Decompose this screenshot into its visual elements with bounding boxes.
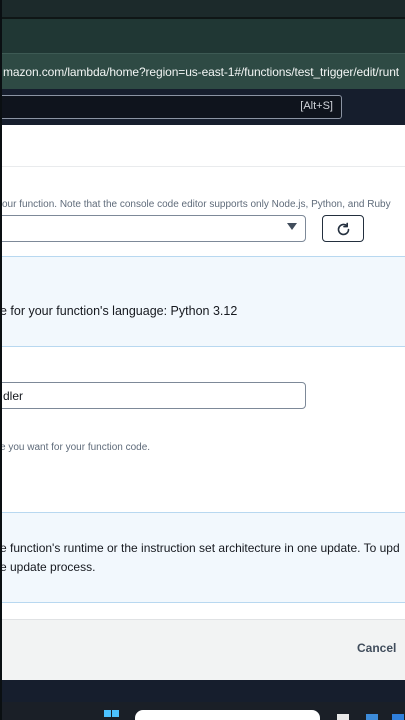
architecture-info-line-1: e function's runtime or the instruction … xyxy=(0,541,400,555)
browser-tab-bar xyxy=(0,0,405,18)
taskbar-search-box[interactable] xyxy=(135,710,320,720)
windows-start-icon[interactable] xyxy=(104,710,120,720)
page-header xyxy=(0,125,405,167)
taskbar-app-icon[interactable] xyxy=(392,714,404,720)
address-bar[interactable]: mazon.com/lambda/home?region=us-east-1#/… xyxy=(0,53,405,89)
edit-runtime-settings-page: our function. Note that the console code… xyxy=(0,125,405,680)
runtime-hint: our function. Note that the console code… xyxy=(2,199,391,210)
refresh-button[interactable] xyxy=(322,215,364,242)
aws-top-nav: [Alt+S] xyxy=(0,89,405,125)
browser-toolbar xyxy=(0,19,405,53)
form-footer: Cancel xyxy=(0,619,405,680)
refresh-icon xyxy=(337,222,350,236)
aws-search-input[interactable]: [Alt+S] xyxy=(0,95,342,119)
caret-down-icon xyxy=(287,223,297,230)
runtime-select[interactable] xyxy=(0,215,306,242)
taskbar-app-icon[interactable] xyxy=(366,714,378,720)
handler-value: dler xyxy=(3,389,24,403)
search-shortcut-hint: [Alt+S] xyxy=(300,100,333,112)
handler-hint: e you want for your function code. xyxy=(0,442,151,453)
aws-bottom-bar xyxy=(0,680,405,702)
screen: mazon.com/lambda/home?region=us-east-1#/… xyxy=(0,0,405,720)
taskbar-app-icon[interactable] xyxy=(337,714,349,720)
runtime-info-text: e for your function's language: Python 3… xyxy=(0,304,238,318)
cancel-button[interactable]: Cancel xyxy=(357,641,396,655)
url-text[interactable]: mazon.com/lambda/home?region=us-east-1#/… xyxy=(3,65,399,79)
runtime-info-alert: e for your function's language: Python 3… xyxy=(0,256,405,347)
screen-edge xyxy=(0,0,2,720)
architecture-info-alert: e function's runtime or the instruction … xyxy=(0,512,405,603)
architecture-info-line-2: e update process. xyxy=(0,560,96,574)
handler-input[interactable]: dler xyxy=(0,382,306,409)
